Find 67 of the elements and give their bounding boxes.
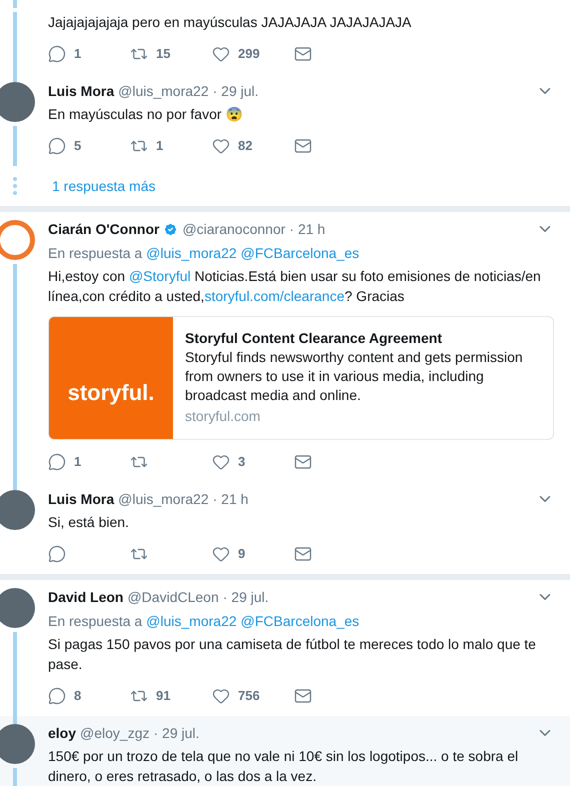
tweet-text: Hi,estoy con @Storyful Noticias.Está bien usar su foto emisiones de noticias/en línea,con crédito a usted,storyful.com/clearance? Gracias bbox=[48, 267, 542, 306]
like-icon[interactable] bbox=[212, 687, 230, 705]
tweet-text: En mayúsculas no por favor 😨 bbox=[48, 105, 244, 124]
user-handle[interactable]: @DavidCLeon bbox=[127, 588, 219, 606]
like-icon[interactable] bbox=[212, 45, 230, 63]
link[interactable]: storyful.com/clearance bbox=[204, 288, 344, 304]
reply-icon[interactable] bbox=[48, 687, 66, 705]
tweet-text: Si pagas 150 pavos por una camiseta de fútbol te mereces todo lo malo que te pase. bbox=[48, 635, 537, 674]
more-replies-link[interactable]: 1 respuesta más bbox=[52, 176, 156, 196]
user-handle[interactable]: @eloy_zgz bbox=[80, 724, 150, 742]
tweet-text: Jajajajajajaja pero en mayúsculas JAJAJAJA JAJAJAJAJA bbox=[48, 13, 412, 32]
link[interactable]: @Storyful bbox=[128, 268, 191, 284]
mail-icon[interactable] bbox=[294, 453, 312, 471]
reply-context: En respuesta a bbox=[48, 612, 142, 630]
card-domain: storyful.com bbox=[185, 407, 262, 426]
like-icon[interactable] bbox=[212, 453, 230, 471]
link-card[interactable]: storyful. Storyful Content Clearance Agreement Storyful finds newsworthy content and gets permission from owners to use it in various media, including broadcast media and online. storyful.com bbox=[48, 316, 554, 440]
action-count: 1 bbox=[156, 137, 164, 156]
action-count: 299 bbox=[238, 45, 260, 64]
tweet-time[interactable]: · 21 h bbox=[212, 490, 248, 508]
tweet-text: Si, está bien. bbox=[48, 513, 130, 532]
action-count: 756 bbox=[238, 687, 260, 706]
card-title: Storyful Content Clearance Agreement bbox=[185, 329, 443, 348]
user-name[interactable]: Ciarán O'Connor bbox=[48, 220, 160, 238]
action-count: 9 bbox=[238, 545, 246, 564]
avatar-photo-placeholder[interactable] bbox=[0, 490, 35, 530]
user-handle[interactable]: @ciaranoconnor bbox=[182, 220, 286, 238]
action-count: 8 bbox=[74, 687, 82, 706]
reply-icon[interactable] bbox=[48, 45, 66, 63]
mention-link[interactable]: @luis_mora22 bbox=[146, 612, 237, 630]
card-description: Storyful finds newsworthy content and gets permission from owners to use it in various media, including broadcast media and online. bbox=[185, 348, 524, 405]
user-handle[interactable]: @luis_mora22 bbox=[118, 82, 209, 100]
user-name[interactable]: David Leon bbox=[48, 588, 124, 606]
avatar-silhouette-icon[interactable] bbox=[0, 220, 35, 260]
action-count: 5 bbox=[74, 137, 82, 156]
avatar-photo-placeholder[interactable] bbox=[0, 724, 35, 764]
action-count: 1 bbox=[74, 453, 82, 472]
tweet-time[interactable]: · 29 jul. bbox=[222, 588, 269, 606]
mail-icon[interactable] bbox=[294, 687, 312, 705]
action-count: 3 bbox=[238, 453, 246, 472]
mail-icon[interactable] bbox=[294, 545, 312, 563]
mail-icon[interactable] bbox=[294, 45, 312, 63]
user-name[interactable]: Luis Mora bbox=[48, 490, 114, 508]
action-count: 1 bbox=[74, 45, 82, 64]
mention-link[interactable]: @luis_mora22 bbox=[146, 244, 237, 262]
reply-icon[interactable] bbox=[48, 137, 66, 155]
reply-context: En respuesta a bbox=[48, 244, 142, 262]
action-count: 82 bbox=[238, 137, 252, 156]
user-name[interactable]: eloy bbox=[48, 724, 76, 742]
tweet-time[interactable]: · 29 jul. bbox=[212, 82, 259, 100]
logo-text: storyful. bbox=[68, 378, 154, 407]
reply-icon[interactable] bbox=[48, 453, 66, 471]
mention-link[interactable]: @FCBarcelona_es bbox=[240, 244, 360, 262]
avatar-photo-placeholder[interactable] bbox=[0, 588, 35, 628]
user-name[interactable]: Luis Mora bbox=[48, 82, 114, 100]
like-icon[interactable] bbox=[212, 545, 230, 563]
action-count: 15 bbox=[156, 45, 170, 64]
tweet-time[interactable]: · 21 h bbox=[289, 220, 326, 238]
tweet-time[interactable]: · 29 jul. bbox=[153, 724, 200, 742]
reply-icon[interactable] bbox=[48, 545, 66, 563]
mention-link[interactable]: @FCBarcelona_es bbox=[240, 612, 360, 630]
action-count: 91 bbox=[156, 687, 170, 706]
mail-icon[interactable] bbox=[294, 137, 312, 155]
avatar-photo-placeholder[interactable] bbox=[0, 82, 35, 122]
tweet-text: 150€ por un trozo de tela que no vale ni 10€ sin los logotipos... o te sobra el dinero, o eres retrasado, o las dos a la vez. bbox=[48, 747, 520, 786]
like-icon[interactable] bbox=[212, 137, 230, 155]
user-handle[interactable]: @luis_mora22 bbox=[118, 490, 209, 508]
